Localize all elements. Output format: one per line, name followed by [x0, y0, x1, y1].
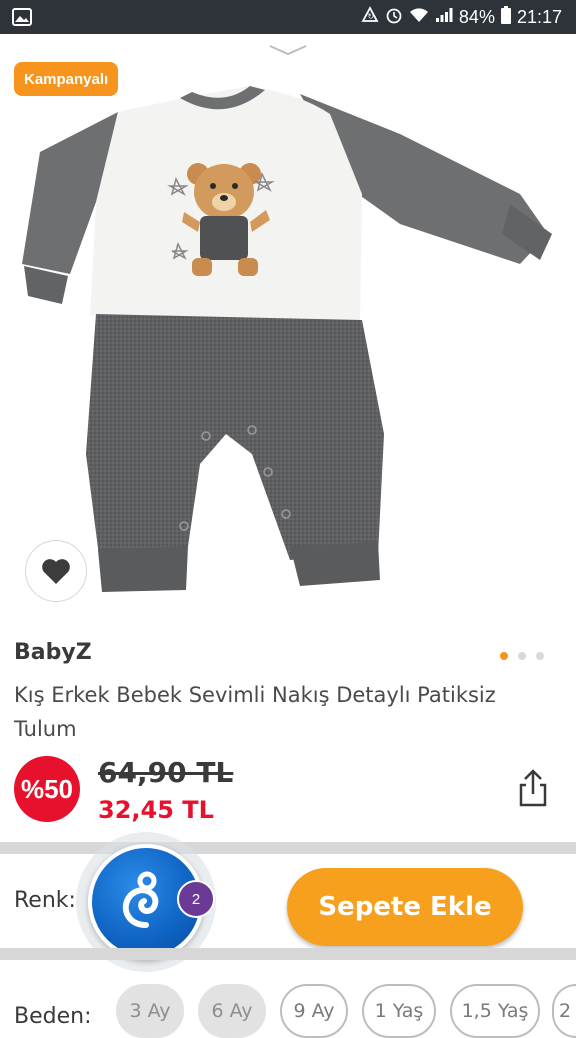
brand-name[interactable]: BabyZ: [14, 640, 92, 665]
svg-text:↻: ↻: [367, 12, 374, 21]
add-to-cart-button[interactable]: Sepete Ekle: [287, 868, 523, 946]
alarm-icon: [385, 6, 403, 29]
color-label: Renk:: [14, 888, 76, 913]
section-divider: [0, 948, 576, 960]
share-button[interactable]: [516, 768, 550, 808]
size-chip-1-yas[interactable]: 1 Yaş: [362, 984, 436, 1038]
size-chip-3-ay[interactable]: 3 Ay: [116, 984, 184, 1038]
heart-icon: [42, 559, 70, 584]
gallery-icon: [12, 8, 32, 31]
new-price: 32,45 TL: [98, 796, 214, 824]
clock: 21:17: [516, 6, 562, 27]
section-divider: [0, 842, 576, 854]
product-image[interactable]: [0, 34, 576, 614]
favorite-button[interactable]: [25, 540, 87, 602]
size-chip-6-ay[interactable]: 6 Ay: [198, 984, 266, 1038]
pager-dot[interactable]: [536, 652, 544, 660]
pager-dot-active[interactable]: [500, 652, 508, 660]
image-pager[interactable]: [500, 652, 544, 660]
wifi-icon: [409, 7, 429, 28]
size-chip-1-5-yas[interactable]: 1,5 Yaş: [450, 984, 540, 1038]
discount-badge: %50: [14, 756, 80, 822]
battery-percent: 84%: [458, 6, 495, 27]
pager-dot[interactable]: [518, 652, 526, 660]
size-label: Beden:: [14, 1004, 92, 1029]
status-bar: ↻ 84% 21:17: [0, 0, 576, 34]
signal-icon: [435, 7, 453, 28]
sync-icon: ↻: [361, 5, 379, 29]
product-title: Kış Erkek Bebek Sevimli Nakış Detaylı Pa…: [14, 683, 496, 741]
chevron-down-icon[interactable]: [268, 44, 308, 63]
size-chip-9-ay[interactable]: 9 Ay: [280, 984, 348, 1038]
campaign-badge: Kampanyalı: [14, 62, 119, 96]
size-chip-2[interactable]: 2: [552, 984, 576, 1038]
battery-icon: [500, 5, 511, 29]
share-icon: [519, 769, 547, 807]
swirl-logo-icon: [122, 871, 159, 928]
old-price: 64,90 TL: [98, 756, 234, 789]
notification-count-badge: 2: [177, 880, 215, 918]
